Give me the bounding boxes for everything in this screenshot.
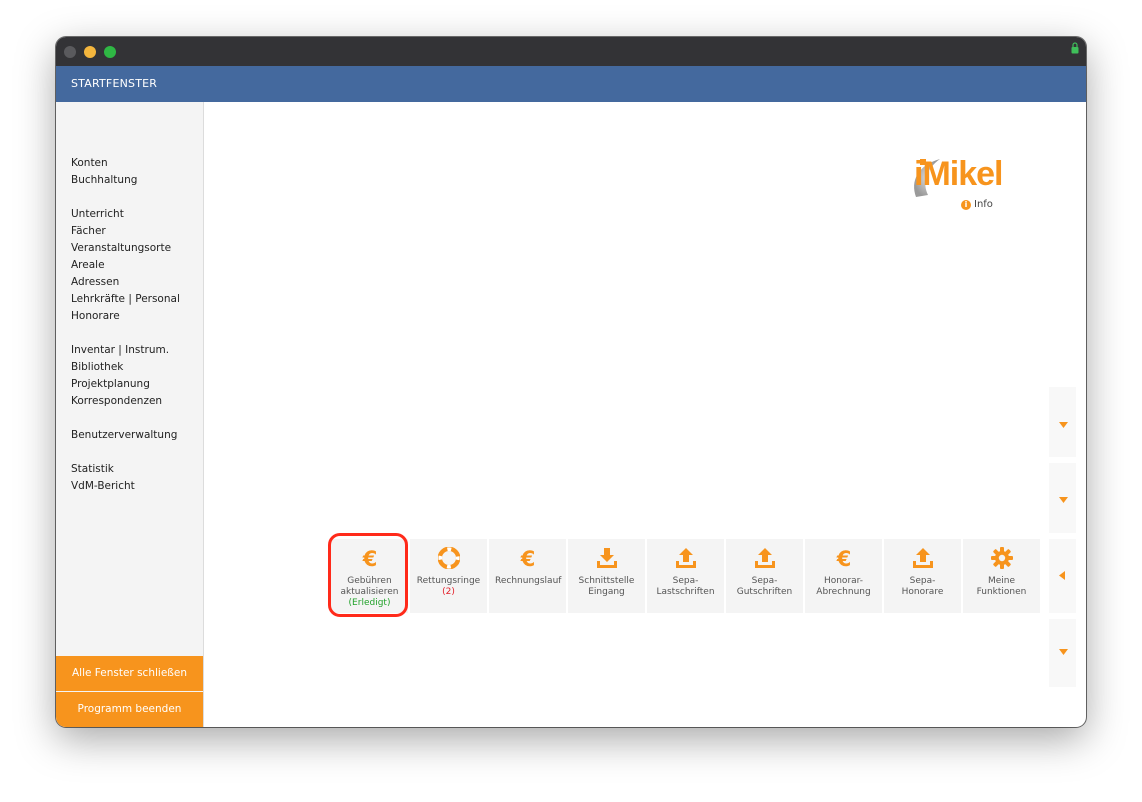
upload-icon	[884, 547, 961, 569]
sidebar-item[interactable]: Inventar | Instrum.	[71, 342, 180, 359]
tile-gebühren-aktualisieren[interactable]: € Gebühren aktualisieren (Erledigt)	[328, 533, 408, 617]
sidebar-item[interactable]: Lehrkräfte | Personal	[71, 291, 180, 308]
app-window: STARTFENSTER Konten Buchhaltung Unterricht…	[56, 37, 1086, 727]
euro-icon: €	[805, 547, 882, 569]
info-link[interactable]: i Info	[961, 199, 993, 210]
highlight-frame	[328, 533, 408, 617]
tile-rechnungslauf[interactable]: € Rechnungslauf	[489, 539, 566, 613]
function-tiles: € Gebühren aktualisieren (Erledigt) Rettung…	[328, 533, 1040, 617]
gear-icon	[963, 547, 1040, 569]
info-label: Info	[974, 199, 993, 210]
tile-label-text: Sepa-Honorare	[901, 576, 944, 597]
tile-label: Rechnungslauf	[489, 576, 566, 587]
sidebar-item[interactable]: Veranstaltungsorte	[71, 240, 180, 257]
tile-label: Sepa-Honorare	[884, 576, 961, 598]
tile-label-text: Schnittstelle Eingang	[578, 576, 635, 597]
upload-icon	[726, 547, 803, 569]
tile-label: Meine Funktionen	[963, 576, 1040, 598]
sidebar-item[interactable]: Adressen	[71, 274, 180, 291]
sidebar-group: Benutzerverwaltung	[71, 427, 180, 444]
sidebar: Konten Buchhaltung Unterricht Fächer Veranst…	[56, 102, 204, 727]
sidebar-nav: Konten Buchhaltung Unterricht Fächer Veranst…	[71, 155, 180, 512]
caret-down-icon[interactable]	[1059, 649, 1068, 655]
caret-down-icon[interactable]	[1059, 497, 1068, 503]
sidebar-item[interactable]: Projektplanung	[71, 376, 180, 393]
sidebar-item[interactable]: VdM-Bericht	[71, 478, 180, 495]
sidebar-group: Inventar | Instrum. Bibliothek Projektplan…	[71, 342, 180, 410]
download-icon	[568, 547, 645, 569]
zoom-window-button[interactable]	[104, 46, 116, 58]
sidebar-item[interactable]: Benutzerverwaltung	[71, 427, 180, 444]
sidebar-item[interactable]: Buchhaltung	[71, 172, 180, 189]
sidebar-group: Konten Buchhaltung	[71, 155, 180, 189]
minimize-window-button[interactable]	[84, 46, 96, 58]
sidebar-item[interactable]: Unterricht	[71, 206, 180, 223]
tile-sepa-gutschriften[interactable]: Sepa-Gutschriften	[726, 539, 803, 613]
sidebar-item[interactable]: Honorare	[71, 308, 180, 325]
quit-program-button[interactable]: Programm beenden	[56, 692, 203, 727]
tile-sepa-honorare[interactable]: Sepa-Honorare	[884, 539, 961, 613]
sidebar-item[interactable]: Korrespondenzen	[71, 393, 180, 410]
tile-label-text: Rettungsringe	[416, 576, 481, 586]
sidebar-item[interactable]: Konten	[71, 155, 180, 172]
title-bar	[56, 37, 1086, 66]
tile-honorar-abrechnung[interactable]: € Honorar-Abrechnung	[805, 539, 882, 613]
tile-label: Rettungsringe (2)	[410, 576, 487, 598]
sidebar-item[interactable]: Fächer	[71, 223, 180, 240]
tile-status: (2)	[442, 587, 455, 597]
tile-label-text: Meine Funktionen	[976, 576, 1027, 597]
tile-label-text: Honorar-Abrechnung	[816, 576, 871, 597]
caret-left-icon[interactable]	[1059, 571, 1065, 580]
tile-label-text: Rechnungslauf	[495, 576, 562, 586]
page-title: STARTFENSTER	[71, 77, 158, 90]
upload-icon	[647, 547, 724, 569]
svg-text:€: €	[835, 547, 851, 569]
caret-down-icon[interactable]	[1059, 422, 1068, 428]
tile-sepa-lastschriften[interactable]: Sepa-Lastschriften	[647, 539, 724, 613]
window-header: STARTFENSTER	[56, 66, 1086, 102]
tile-label: Honorar-Abrechnung	[805, 576, 882, 598]
tile-label-text: Sepa-Gutschriften	[736, 576, 793, 597]
svg-text:iMikel: iMikel	[914, 155, 1002, 193]
sidebar-item[interactable]: Areale	[71, 257, 180, 274]
right-scroll-strip	[1049, 387, 1076, 687]
euro-icon: €	[489, 547, 566, 569]
sidebar-item[interactable]: Bibliothek	[71, 359, 180, 376]
close-window-button[interactable]	[64, 46, 76, 58]
close-all-windows-button[interactable]: Alle Fenster schließen	[56, 656, 203, 691]
tile-schnittstelle-eingang[interactable]: Schnittstelle Eingang	[568, 539, 645, 613]
sidebar-group: Unterricht Fächer Veranstaltungsorte Areale…	[71, 206, 180, 325]
lifebuoy-icon	[410, 547, 487, 569]
tile-label: Sepa-Gutschriften	[726, 576, 803, 598]
tile-rettungsringe[interactable]: Rettungsringe (2)	[410, 539, 487, 613]
tile-meine-funktionen[interactable]: Meine Funktionen	[963, 539, 1040, 613]
lock-icon	[1071, 42, 1079, 54]
svg-text:€: €	[519, 547, 535, 569]
tile-label: Sepa-Lastschriften	[647, 576, 724, 598]
sidebar-item[interactable]: Statistik	[71, 461, 180, 478]
sidebar-group: Statistik VdM-Bericht	[71, 461, 180, 495]
tile-label: Schnittstelle Eingang	[568, 576, 645, 598]
tile-label-text: Sepa-Lastschriften	[656, 576, 715, 597]
info-icon: i	[961, 199, 971, 210]
